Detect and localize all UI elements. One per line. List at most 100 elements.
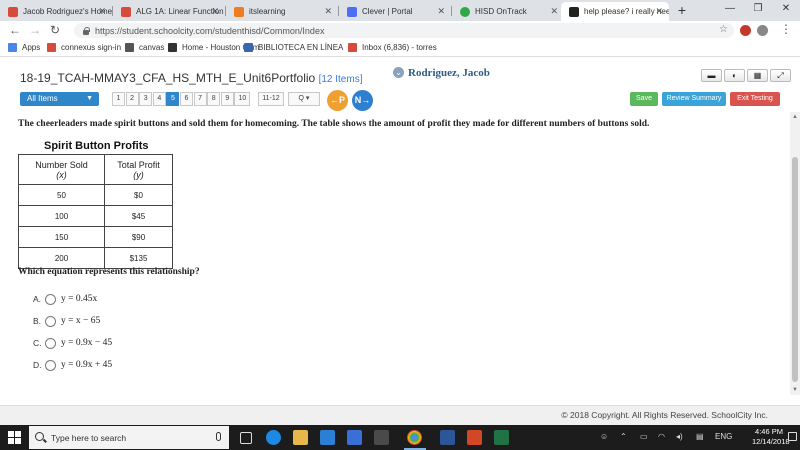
menu-kebab-icon[interactable]: ⋮ xyxy=(780,22,792,36)
question-number-button[interactable]: 2 xyxy=(125,92,139,106)
question-number-button[interactable]: 1 xyxy=(112,92,125,106)
file-explorer-icon[interactable] xyxy=(293,430,308,445)
store-icon[interactable] xyxy=(320,430,335,445)
table-cell: 150 xyxy=(18,226,105,248)
forward-arrow-icon[interactable]: → xyxy=(29,23,41,37)
browser-tab[interactable]: itslearning ✕ xyxy=(226,2,338,21)
choice-letter: C. xyxy=(33,338,42,348)
notifications-icon[interactable] xyxy=(788,432,797,441)
bookmark-star-icon[interactable]: ☆ xyxy=(719,24,728,35)
bookmarks-bar: Apps connexus sign-in canvas Home - Hous… xyxy=(0,40,800,57)
bookmark-favicon-icon xyxy=(168,43,177,52)
new-tab-button[interactable]: + xyxy=(675,3,689,17)
close-tab-icon[interactable]: ✕ xyxy=(437,6,445,17)
wifi-icon[interactable]: ◠ xyxy=(658,432,665,441)
minimize-icon[interactable]: — xyxy=(716,3,744,14)
contrast-icon[interactable]: ◐ xyxy=(724,69,745,82)
user-chevron-down-icon[interactable]: ⌄ xyxy=(393,67,404,78)
answer-choice-d[interactable]: D. y = 0.9x + 45 xyxy=(33,358,112,372)
page-title: 18-19_TCAH-MMAY3_CFA_HS_MTH_E_Unit6Portf… xyxy=(20,71,362,85)
clock[interactable]: 4:46 PM 12/14/2018 xyxy=(752,427,790,447)
question-number-button[interactable]: 9 xyxy=(220,92,234,106)
volume-icon[interactable]: ◂) xyxy=(676,432,683,441)
choice-equation: y = x − 65 xyxy=(61,316,101,326)
calculator-icon[interactable]: ▬ xyxy=(701,69,722,82)
close-tab-icon[interactable]: ✕ xyxy=(211,6,219,17)
grid-icon[interactable]: ▦ xyxy=(747,69,768,82)
word-icon[interactable] xyxy=(440,430,455,445)
answer-choice-b[interactable]: B. y = x − 65 xyxy=(33,314,100,328)
language-indicator[interactable]: ENG xyxy=(715,432,732,441)
close-tab-icon[interactable]: ✕ xyxy=(98,6,106,17)
previous-question-button[interactable]: ←P xyxy=(327,90,348,111)
close-tab-icon[interactable]: ✕ xyxy=(550,6,558,17)
radio-button[interactable] xyxy=(45,337,56,349)
table-cell: 100 xyxy=(18,205,105,227)
question-number-button[interactable]: 3 xyxy=(139,92,153,106)
bookmark-favicon-icon xyxy=(244,43,253,52)
extension-icon[interactable] xyxy=(757,25,768,36)
question-number-button[interactable]: 6 xyxy=(180,92,193,106)
browser-tab-strip: Jacob Rodriguez's Home ✕ ALG 1A: Linear … xyxy=(0,0,800,21)
bookmark-item[interactable]: Inbox (6,836) - torres xyxy=(348,43,437,52)
vertical-scrollbar[interactable]: ▲ ▼ xyxy=(790,112,800,395)
search-placeholder: Type here to search xyxy=(51,432,127,443)
next-question-button[interactable]: N→ xyxy=(352,90,373,111)
reload-icon[interactable]: ↻ xyxy=(50,23,60,37)
task-view-icon[interactable] xyxy=(240,432,252,444)
browser-tab[interactable]: ALG 1A: Linear Function ✕ xyxy=(113,2,225,21)
bookmark-item[interactable]: BIBLIOTECA EN LÍNEA xyxy=(244,43,343,52)
back-arrow-icon[interactable]: ← xyxy=(9,23,21,37)
taskbar-search-input[interactable]: Type here to search xyxy=(29,426,229,449)
expand-icon[interactable]: ⤢ xyxy=(770,69,791,82)
exit-testing-button[interactable]: Exit Testing xyxy=(730,92,780,106)
browser-tab[interactable]: HISD OnTrack ✕ xyxy=(452,2,564,21)
question-number-button[interactable]: 4 xyxy=(152,92,166,106)
radio-button[interactable] xyxy=(45,315,56,327)
bookmark-item[interactable]: canvas xyxy=(125,43,164,52)
close-tab-icon[interactable]: ✕ xyxy=(324,6,332,17)
radio-button[interactable] xyxy=(45,359,56,371)
question-search-dropdown[interactable]: Q ▾ xyxy=(288,92,320,106)
close-window-icon[interactable]: ✕ xyxy=(772,3,800,14)
chrome-icon[interactable] xyxy=(407,430,422,445)
save-button[interactable]: Save xyxy=(630,92,658,106)
keyboard-icon[interactable]: ▤ xyxy=(696,432,704,441)
question-number-button[interactable]: 8 xyxy=(207,92,221,106)
windows-start-icon[interactable] xyxy=(8,431,21,444)
browser-tab[interactable]: Clever | Portal ✕ xyxy=(339,2,451,21)
battery-icon[interactable]: ▭ xyxy=(640,432,648,441)
question-number-button[interactable]: 10 xyxy=(234,92,251,106)
scroll-thumb[interactable] xyxy=(792,157,798,382)
bookmark-apps[interactable]: Apps xyxy=(8,43,40,52)
table-row: 200 $135 xyxy=(18,247,173,269)
browser-tab[interactable]: Jacob Rodriguez's Home ✕ xyxy=(0,2,112,21)
radio-button[interactable] xyxy=(45,293,56,305)
media-icon[interactable] xyxy=(374,430,389,445)
edge-icon[interactable] xyxy=(266,430,281,445)
question-range-button[interactable]: 11-12 xyxy=(258,92,284,106)
answer-choice-a[interactable]: A. y = 0.45x xyxy=(33,292,97,306)
microphone-icon[interactable] xyxy=(216,432,221,441)
answer-choice-c[interactable]: C. y = 0.9x − 45 xyxy=(33,336,112,350)
show-hidden-icons-icon[interactable]: ⌃ xyxy=(620,432,627,441)
mail-icon[interactable] xyxy=(347,430,362,445)
close-tab-icon[interactable]: ✕ xyxy=(655,6,663,17)
question-number-button[interactable]: 7 xyxy=(193,92,207,106)
excel-icon[interactable] xyxy=(494,430,509,445)
bookmark-item[interactable]: connexus sign-in xyxy=(47,43,121,52)
tab-favicon-icon xyxy=(347,6,357,17)
powerpoint-icon[interactable] xyxy=(467,430,482,445)
scroll-down-icon[interactable]: ▼ xyxy=(790,385,800,395)
question-area: The cheerleaders made spirit buttons and… xyxy=(0,112,790,395)
browser-tab-active[interactable]: help please? i really nee ✕ xyxy=(561,2,669,21)
all-items-label: All Items xyxy=(27,94,58,103)
scroll-up-icon[interactable]: ▲ xyxy=(790,112,800,122)
people-icon[interactable]: ☺ xyxy=(600,432,608,441)
all-items-dropdown[interactable]: All Items ▼ xyxy=(20,92,99,106)
review-summary-button[interactable]: Review Summary xyxy=(662,92,726,106)
question-number-button[interactable]: 5 xyxy=(166,92,180,106)
url-input[interactable]: https://student.schoolcity.com/studenthi… xyxy=(74,23,734,38)
maximize-icon[interactable]: ❐ xyxy=(744,3,772,14)
extension-shield-icon[interactable] xyxy=(740,25,751,36)
